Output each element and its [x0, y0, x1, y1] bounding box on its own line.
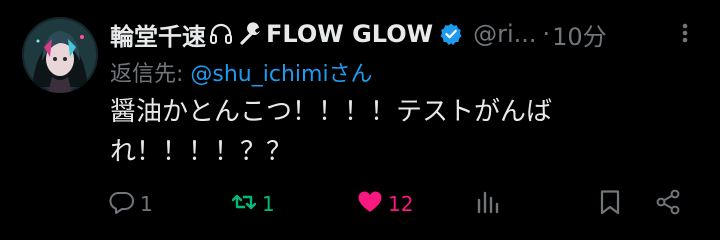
reply-context: 返信先: @shu_ichimiさん	[110, 56, 373, 88]
tweet[interactable]: 輪堂千速 FLOW GLOW @ri... · 10分 返信先: @shu_ic…	[0, 0, 720, 240]
wrench-icon	[238, 21, 264, 47]
tweet-header: 輪堂千速 FLOW GLOW @ri... · 10分	[110, 14, 700, 54]
tweet-text-line: れ！！！！？？	[110, 137, 293, 167]
reply-button[interactable]: 1	[108, 186, 153, 222]
avatar[interactable]	[22, 17, 98, 93]
retweet-button[interactable]: 1	[230, 186, 275, 222]
retweet-icon	[230, 188, 258, 221]
display-name-suffix: FLOW GLOW	[266, 20, 434, 48]
like-button[interactable]: 12	[356, 186, 413, 222]
heart-icon	[356, 188, 384, 221]
reply-count: 1	[140, 192, 153, 216]
headphones-icon	[208, 21, 234, 47]
display-name-text: 輪堂千速	[110, 22, 206, 51]
like-count: 12	[388, 192, 414, 216]
separator-dot: ·	[542, 20, 551, 48]
views-button[interactable]	[474, 186, 502, 222]
more-options-icon[interactable]	[676, 18, 694, 48]
reply-mention-link[interactable]: @shu_ichimiさん	[190, 62, 372, 87]
user-handle[interactable]: @ri...	[473, 20, 536, 48]
share-icon	[654, 188, 682, 221]
reply-prefix: 返信先:	[110, 62, 191, 87]
display-name[interactable]: 輪堂千速 FLOW GLOW	[110, 17, 463, 52]
timestamp[interactable]: 10分	[552, 17, 607, 52]
analytics-icon	[474, 188, 502, 221]
bookmark-icon	[596, 188, 624, 221]
share-button[interactable]	[654, 186, 682, 222]
tweet-text-line: 醤油かとんこつ！！！！テストがんば	[110, 97, 553, 127]
tweet-text: 醤油かとんこつ！！！！テストがんば れ！！！！？？	[110, 92, 630, 172]
bookmark-button[interactable]	[596, 186, 624, 222]
reply-icon	[108, 188, 136, 221]
retweet-count: 1	[262, 192, 275, 216]
verified-badge-icon[interactable]	[439, 22, 463, 46]
action-bar: 1 1 12	[108, 186, 698, 222]
